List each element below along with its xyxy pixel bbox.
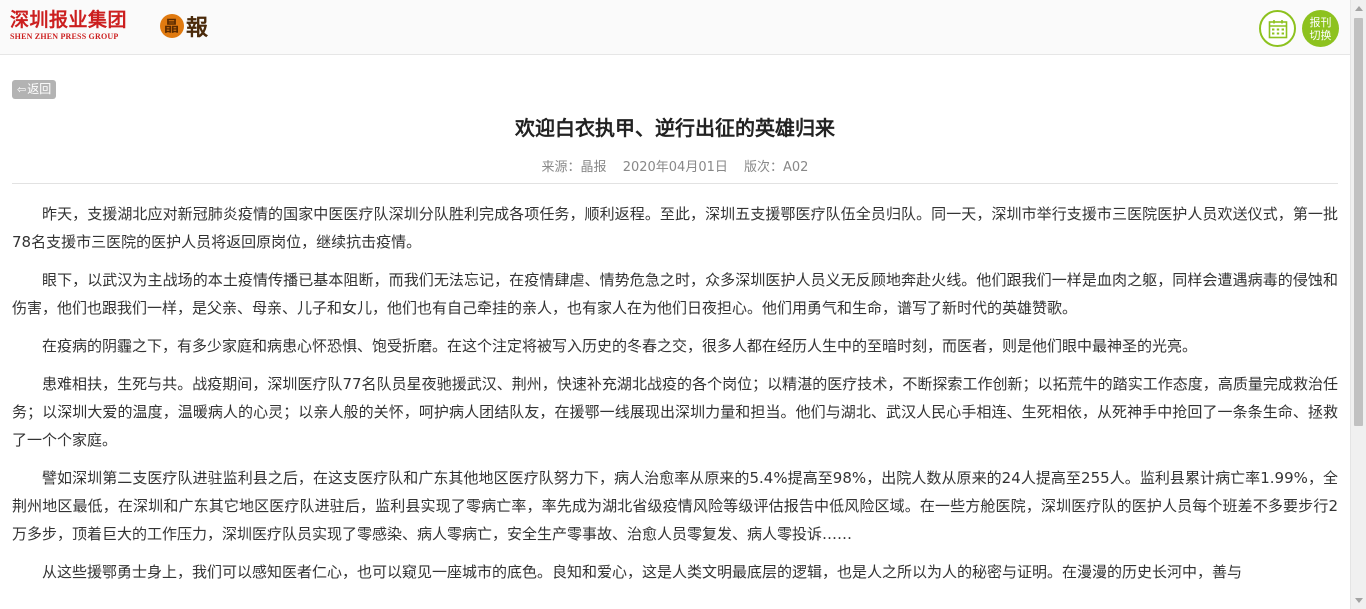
jingbao-logo[interactable]: 晶 報 xyxy=(160,9,208,43)
article-meta: 来源：晶报 2020年04月01日 版次：A02 xyxy=(12,158,1338,178)
article-date: 2020年04月01日 xyxy=(622,160,728,175)
article-paragraph: 在疫病的阴霾之下，有多少家庭和病患心怀恐惧、饱受折磨。在这个注定将被写入历史的冬… xyxy=(42,337,1198,355)
article-title: 欢迎白衣执甲、逆行出征的英雄归来 xyxy=(515,116,835,140)
title-divider xyxy=(12,183,1338,184)
shenzhen-press-group-logo[interactable]: 深圳报业集团 SHEN ZHEN PRESS GROUP xyxy=(10,9,132,42)
article-paragraph: 昨天，支援湖北应对新冠肺炎疫情的国家中医医疗队深圳分队胜利完成各项任务，顺利返程… xyxy=(12,205,1338,251)
article-paragraph: 患难相扶，生死与共。战疫期间，深圳医疗队77名队员星夜驰援武汉、荆州，快速补充湖… xyxy=(12,375,1338,449)
back-button[interactable]: ⇦ 返回 xyxy=(12,80,57,99)
article-paragraph: 譬如深圳第二支医疗队进驻监利县之后，在这支医疗队和广东其他地区医疗队努力下，病人… xyxy=(12,469,1338,543)
calendar-icon xyxy=(1268,19,1287,38)
article-edition: 版次：A02 xyxy=(744,160,809,175)
vertical-scrollbar[interactable] xyxy=(1350,0,1366,609)
article-paragraph: 眼下，以武汉为主战场的本土疫情传播已基本阻断，而我们无法忘记，在疫情肆虐、情势危… xyxy=(12,271,1338,317)
scrollbar-thumb[interactable] xyxy=(1354,18,1363,426)
back-label: 返回 xyxy=(27,82,52,96)
jingbao-logo-mark-char: 晶 xyxy=(164,17,180,35)
jingbao-logo-mark: 晶 xyxy=(160,14,184,38)
switch-label-line2: 切换 xyxy=(1309,28,1332,42)
article-body: 昨天，支援湖北应对新冠肺炎疫情的国家中医医疗队深圳分队胜利完成各项任务，顺利返程… xyxy=(12,200,1338,596)
logo-english-name: SHEN ZHEN PRESS GROUP xyxy=(10,32,119,41)
article-source: 来源：晶报 xyxy=(541,160,607,175)
jingbao-logo-text: 報 xyxy=(186,15,209,41)
site-header: 深圳报业集团 SHEN ZHEN PRESS GROUP 晶 報 报刊 切换 xyxy=(0,0,1350,55)
newspaper-switch-button[interactable]: 报刊 切换 xyxy=(1302,10,1339,47)
scroll-up-arrow-icon[interactable] xyxy=(1355,6,1363,11)
article-paragraph: 从这些援鄂勇士身上，我们可以感知医者仁心，也可以窥见一座城市的底色。良知和爱心，… xyxy=(42,563,1243,581)
logo-chinese-name: 深圳报业集团 xyxy=(10,9,128,31)
arrow-left-icon: ⇦ xyxy=(17,83,27,96)
calendar-button[interactable] xyxy=(1259,10,1296,47)
switch-label-line1: 报刊 xyxy=(1309,15,1332,29)
scroll-down-arrow-icon[interactable] xyxy=(1355,598,1363,603)
